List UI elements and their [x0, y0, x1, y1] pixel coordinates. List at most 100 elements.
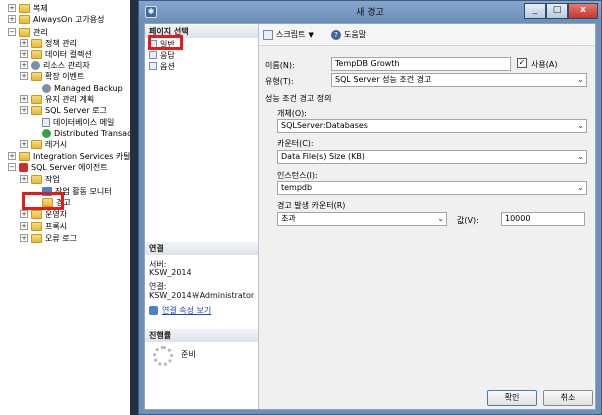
object-select-value: SQLServer:Databases — [281, 121, 368, 130]
expand-icon[interactable]: + — [8, 15, 16, 23]
expand-icon[interactable]: + — [20, 175, 28, 183]
general-highlight-box — [148, 35, 183, 50]
chevron-down-icon[interactable]: ⌄ — [577, 151, 584, 163]
folder-icon — [31, 233, 42, 243]
chevron-down-icon[interactable]: ⌄ — [437, 213, 444, 225]
green-icon — [42, 128, 51, 138]
folder-icon — [31, 105, 42, 115]
folder-icon — [19, 151, 30, 161]
view-connection-properties-link[interactable]: 연결 속성 보기 — [149, 305, 211, 316]
expand-icon[interactable]: + — [20, 234, 28, 242]
enable-checkbox[interactable]: ✓ — [517, 58, 527, 68]
cancel-button[interactable]: 취소 — [543, 390, 593, 406]
page-options[interactable]: 옵션 — [149, 61, 175, 71]
collapse-icon[interactable]: − — [8, 28, 16, 36]
page-icon — [149, 51, 157, 59]
tree-item-label: AlwaysOn 고가용성 — [33, 14, 105, 24]
instance-select[interactable]: tempdb ⌄ — [277, 181, 587, 195]
dialog-body: 페이지 선택 일반 응답 옵션 연결 서버: KSW_2014 연결: KSW_… — [144, 23, 596, 410]
tree-item[interactable]: + 오류 로그 — [20, 232, 77, 244]
alert-if-select-value: 초과 — [281, 214, 296, 223]
folder-icon — [31, 94, 42, 104]
expand-icon[interactable]: + — [20, 140, 28, 148]
object-label: 개체(O): — [277, 109, 307, 118]
tree-item[interactable]: + SQL Server 로그 — [20, 104, 107, 116]
page-response[interactable]: 응답 — [149, 50, 175, 60]
expand-icon[interactable]: + — [20, 72, 28, 80]
type-select[interactable]: SQL Server 성능 조건 경고 ⌄ — [331, 73, 587, 87]
doc-icon — [42, 117, 50, 127]
tree-item-label: SQL Server 로그 — [45, 105, 107, 115]
object-select[interactable]: SQLServer:Databases ⌄ — [277, 119, 587, 133]
tree-item-label: Distributed Transaction C — [54, 128, 130, 138]
counter-label: 카운터(C): — [277, 139, 314, 148]
script-button[interactable]: 스크립트 ▼ — [263, 29, 314, 40]
expand-icon[interactable]: + — [20, 210, 28, 218]
tree-item[interactable]: + 확장 이벤트 — [20, 70, 84, 82]
maximize-button[interactable]: □ — [546, 3, 568, 19]
instance-label: 인스턴스(I): — [277, 171, 318, 180]
chevron-down-icon[interactable]: ⌄ — [577, 74, 584, 86]
expand-icon[interactable]: + — [8, 152, 16, 160]
tree-item[interactable]: + 레거시 — [20, 138, 67, 150]
expand-icon[interactable]: + — [20, 39, 28, 47]
alerts-highlight-box — [22, 192, 64, 210]
alert-if-select[interactable]: 초과 ⌄ — [277, 212, 447, 226]
type-select-value: SQL Server 성능 조건 경고 — [335, 75, 432, 84]
dialog-titlebar[interactable]: ✱ 새 경고 _ □ x — [139, 1, 601, 23]
enable-label: 사용(A) — [531, 60, 558, 69]
tree-item-label: Integration Services 카탈로그 — [33, 151, 130, 161]
tree-item[interactable]: + 프록시 — [20, 220, 67, 232]
expand-icon[interactable]: + — [20, 95, 28, 103]
performance-condition-group-label: 성능 조건 경고 정의 — [265, 94, 332, 103]
script-icon — [263, 29, 273, 40]
tree-item-label: 확장 이벤트 — [45, 71, 85, 81]
expand-icon[interactable]: + — [20, 222, 28, 230]
counter-select[interactable]: Data File(s) Size (KB) ⌄ — [277, 150, 587, 164]
gear-icon — [42, 83, 51, 93]
tree-item[interactable]: − SQL Server 에이전트 — [8, 161, 108, 173]
expand-icon[interactable]: + — [8, 4, 16, 12]
name-label: 이름(N): — [265, 61, 295, 70]
chevron-down-icon[interactable]: ⌄ — [577, 120, 584, 132]
tree-item-label: 복제 — [33, 3, 48, 13]
collapse-icon[interactable]: − — [8, 163, 16, 171]
folder-icon — [19, 3, 30, 13]
view-connection-properties-label: 연결 속성 보기 — [162, 306, 212, 315]
chevron-down-icon[interactable]: ▼ — [308, 31, 313, 39]
chevron-down-icon[interactable]: ⌄ — [577, 182, 584, 194]
splitter[interactable] — [130, 0, 138, 415]
value-label: 값(V): — [457, 216, 479, 225]
folder-icon — [31, 221, 42, 231]
tree-item[interactable]: + 작업 — [20, 173, 60, 185]
tree-item-label: 운영자 — [45, 209, 68, 219]
expand-icon[interactable]: + — [20, 61, 28, 69]
page-response-label: 응답 — [160, 50, 175, 60]
page-icon — [149, 62, 157, 70]
folder-icon — [19, 14, 30, 24]
tree-item-label: 데이터 컬렉션 — [45, 49, 92, 59]
expand-icon[interactable]: + — [20, 50, 28, 58]
tree-item-label: 오류 로그 — [45, 233, 77, 243]
help-label: 도움말 — [344, 30, 367, 39]
progress-header: 진행률 — [145, 329, 258, 342]
name-input[interactable]: TempDB Growth — [331, 57, 511, 71]
tree-item-label: SQL Server 에이전트 — [31, 162, 108, 172]
expand-icon[interactable]: + — [20, 106, 28, 114]
agent-icon — [19, 162, 28, 172]
folder-icon — [31, 71, 42, 81]
object-explorer-tree: + 복제 + AlwaysOn 고가용성 − 관리 + 정책 관리 + 데이터 컬렉션 + 리소스 관… — [0, 0, 130, 415]
dialog-right-pane: 스크립트 ▼ ? 도움말 이름(N): TempDB Growth ✓ 사용(A… — [259, 24, 595, 409]
tree-item-label: Managed Backup — [54, 83, 123, 93]
ok-button[interactable]: 확인 — [487, 390, 537, 406]
page-options-label: 옵션 — [160, 61, 175, 71]
alert-if-counter-label: 경고 발생 카운터(R) — [277, 201, 346, 210]
connection-header: 연결 — [145, 242, 258, 255]
tree-item[interactable]: + AlwaysOn 고가용성 — [8, 13, 104, 25]
value-input[interactable]: 10000 — [501, 212, 585, 226]
close-button[interactable]: x — [568, 3, 598, 19]
counter-select-value: Data File(s) Size (KB) — [281, 152, 365, 161]
minimize-button[interactable]: _ — [524, 3, 546, 19]
help-button[interactable]: ? 도움말 — [331, 29, 366, 40]
folder-icon — [31, 38, 42, 48]
